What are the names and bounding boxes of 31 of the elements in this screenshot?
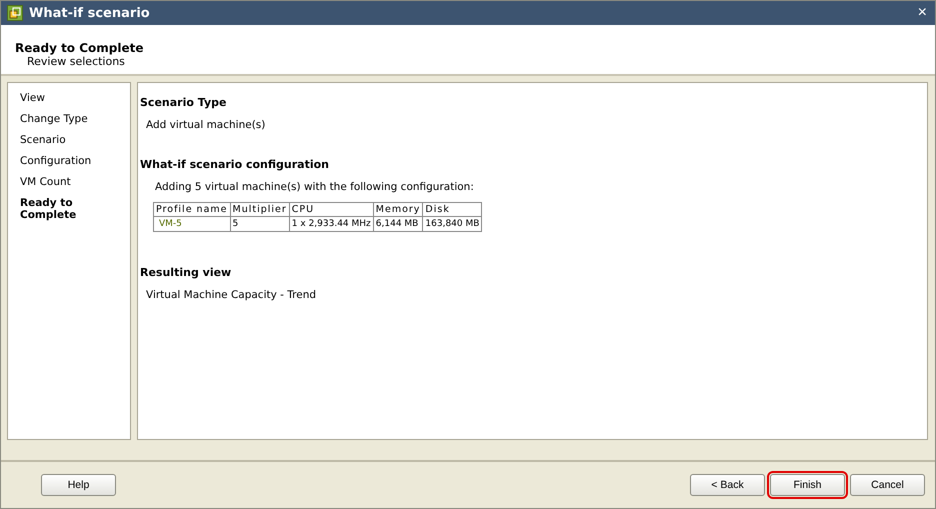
step-item[interactable]: Change Type — [20, 113, 92, 125]
close-button[interactable]: × — [916, 5, 929, 21]
table-cell: 5 — [230, 216, 290, 232]
column-header: CPU — [289, 202, 374, 216]
help-button[interactable]: Help — [41, 474, 116, 496]
dialog-button[interactable]: Finish — [770, 474, 845, 496]
step-item[interactable]: Configuration — [20, 155, 92, 167]
section-heading: Scenario Type — [140, 96, 228, 109]
dialog-button[interactable]: Cancel — [850, 474, 925, 496]
window-title: What-if scenario — [29, 6, 151, 20]
step-item[interactable]: VM Count — [20, 176, 92, 188]
step-subtitle: Review selections — [26, 55, 126, 68]
section-text: Adding 5 virtual machine(s) with the following configuration: — [154, 181, 475, 193]
column-header: Disk — [422, 202, 482, 216]
dialog-button[interactable]: < Back — [690, 474, 765, 496]
section-text: Virtual Machine Capacity - Trend — [145, 289, 318, 301]
section-text: Add virtual machine(s) — [145, 119, 266, 131]
step-item[interactable]: Scenario — [20, 134, 92, 146]
table-cell: VM-5 — [154, 216, 230, 232]
table-cell: 1 x 2,933.44 MHz — [289, 216, 374, 232]
step-item[interactable]: View — [20, 92, 92, 104]
section-heading: What-if scenario configuration — [140, 158, 330, 171]
step-title: Ready to Complete — [15, 41, 144, 55]
step-item[interactable]: Ready to Complete — [20, 197, 92, 221]
app-icon — [7, 5, 23, 21]
column-header: Profile name — [154, 202, 230, 216]
table-cell: 163,840 MB — [422, 216, 482, 232]
table-cell: 6,144 MB — [373, 216, 423, 232]
column-header: Memory — [373, 202, 423, 216]
column-header: Multiplier — [230, 202, 290, 216]
section-heading: Resulting view — [140, 266, 232, 279]
